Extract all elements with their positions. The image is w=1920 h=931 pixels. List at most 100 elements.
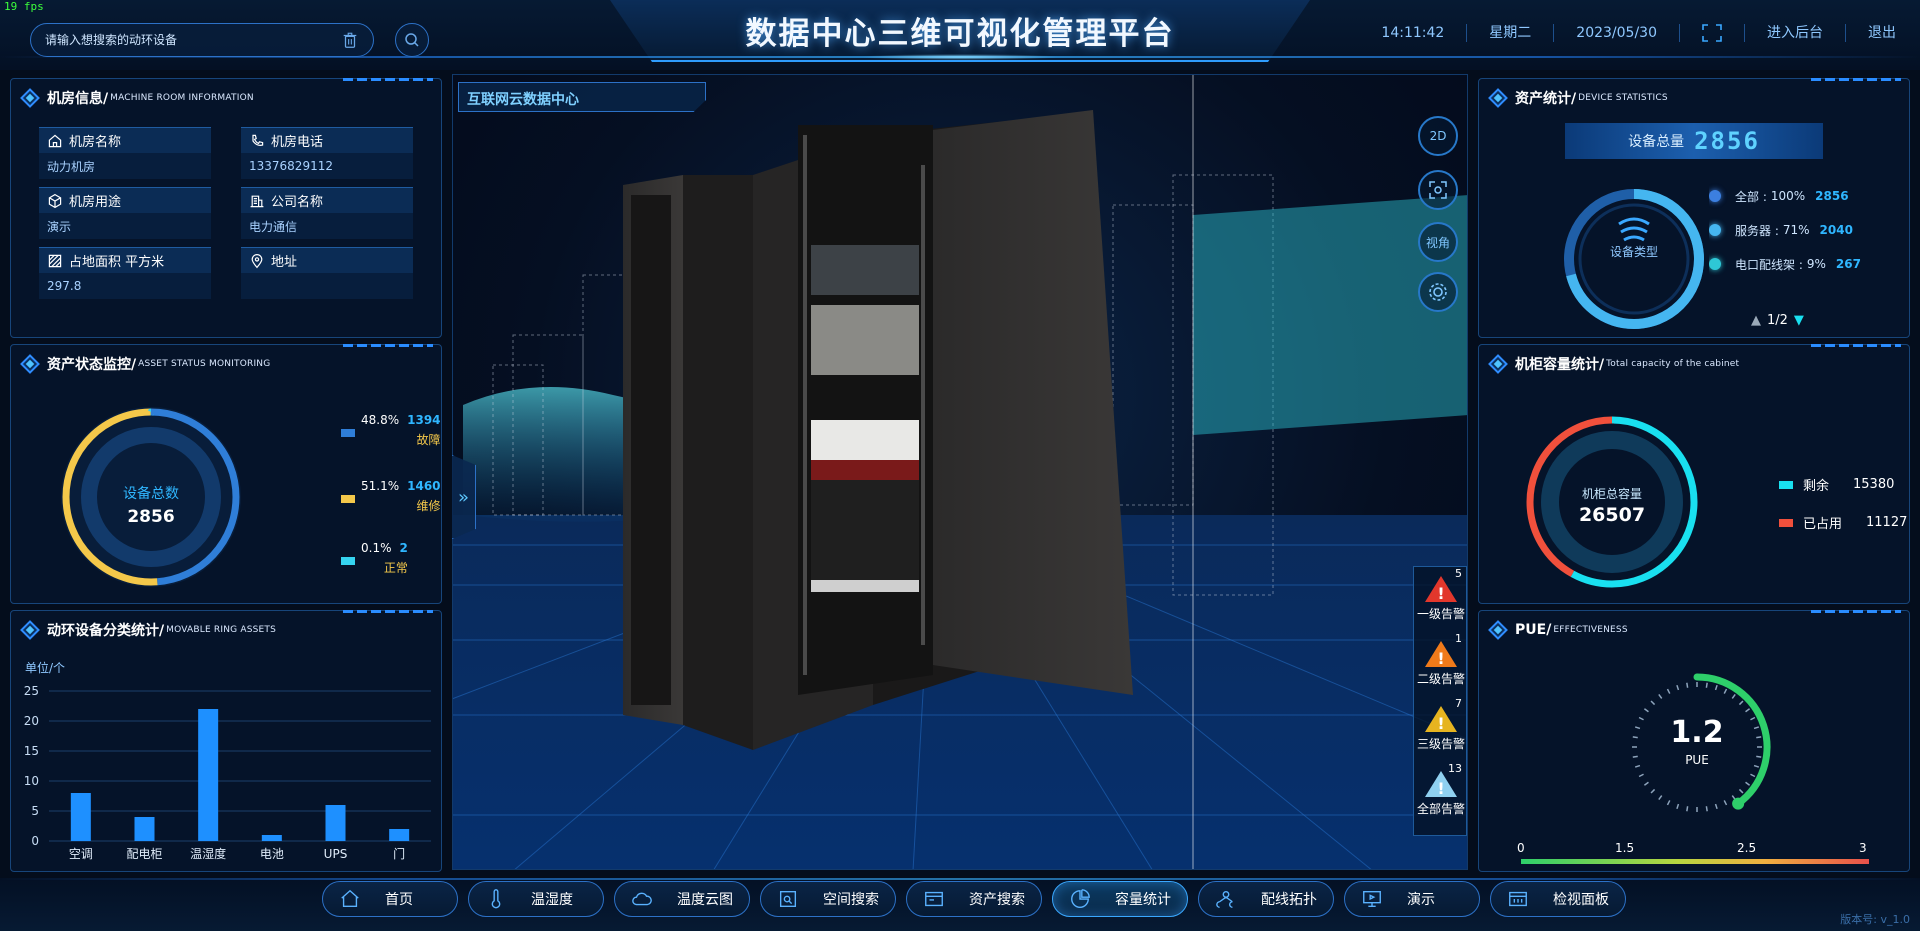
pue-scale-tick: 0 — [1517, 841, 1525, 855]
scene-tab[interactable]: 互联网云数据中心 — [458, 82, 706, 112]
gauge-tick — [1750, 773, 1756, 778]
gauge-tick — [1714, 803, 1718, 810]
fullscreen-button[interactable] — [1680, 24, 1745, 42]
search-icon — [405, 33, 419, 47]
asset-status-panel: 资产状态监控/ASSET STATUS MONITORING 设备总数 2856… — [10, 344, 442, 604]
gauge-tick — [1714, 684, 1718, 691]
x-tick-label: 空调 — [69, 847, 93, 861]
diamond-icon — [20, 620, 40, 640]
bottom-line — [0, 878, 1920, 880]
backend-link[interactable]: 进入后台 — [1745, 24, 1846, 42]
gauge-tick — [1658, 795, 1663, 801]
legend-value: 11127 — [1866, 515, 1908, 530]
logout-link[interactable]: 退出 — [1846, 24, 1896, 42]
device-pct: 100% — [1770, 189, 1806, 203]
alarm-item[interactable]: 13! 全部告警 — [1414, 762, 1468, 817]
gear-icon — [1429, 283, 1447, 301]
legend-swatch — [1779, 518, 1793, 527]
device-name: 电口配线架 : — [1735, 257, 1803, 272]
phone-icon — [252, 134, 264, 146]
angle-view-button[interactable]: 视角 — [1418, 222, 1458, 262]
room-info-key: 机房名称 — [39, 127, 211, 153]
gauge-tick — [1638, 773, 1644, 778]
legend-pct: 51.1% — [361, 479, 400, 493]
focus-icon — [1429, 181, 1447, 199]
y-tick-label: 15 — [24, 744, 39, 758]
ring-center-label: 机柜总容量 — [1581, 487, 1642, 501]
nav-button-space-search[interactable]: 空间搜索 — [760, 881, 896, 917]
diamond-icon — [20, 354, 40, 374]
nav-button-dashboard[interactable]: 检视面板 — [1490, 881, 1626, 917]
page-title: 数据中心三维可视化管理平台 — [745, 16, 1175, 52]
room-info-value: 演示 — [39, 213, 211, 239]
x-tick-label: 门 — [393, 846, 405, 861]
pager-prev-icon[interactable]: ▲ — [1751, 313, 1761, 328]
device-dot — [1709, 190, 1721, 202]
device-type-list: 全部 :100%2856服务器 :71%2040电口配线架 :9%267交换机 … — [1709, 179, 1904, 275]
dashboard-icon — [1509, 891, 1527, 907]
nav-button-topology[interactable]: 配线拓扑 — [1198, 881, 1334, 917]
asset-search-icon — [925, 891, 943, 907]
nav-button-pie-chart[interactable]: 容量统计 — [1052, 881, 1188, 917]
version-label: 版本号: v_1.0 — [1840, 913, 1910, 926]
gauge-knob — [1732, 797, 1745, 810]
room-info-key: 地址 — [241, 247, 413, 273]
room-info-item: 公司名称 电力通信 — [241, 187, 413, 239]
alarm-item[interactable]: 7! 三级告警 — [1414, 697, 1468, 752]
y-tick-label: 20 — [24, 714, 39, 728]
alarm-count: 7 — [1455, 697, 1462, 710]
gauge-tick — [1738, 788, 1744, 794]
gauge-tick — [1643, 781, 1649, 786]
gauge-tick — [1686, 806, 1689, 812]
panel-title: 资产统计/DEVICE STATISTICS — [1488, 87, 1668, 109]
y-tick-label: 10 — [24, 774, 39, 788]
scene-graphics — [453, 75, 1467, 869]
nav-button-presentation[interactable]: 演示 — [1344, 881, 1480, 917]
alarm-label: 一级告警 — [1416, 607, 1465, 621]
device-count: 2856 — [1815, 189, 1849, 203]
alarm-panel: 5! 一级告警 1! 二级告警 7! 三级告警 13! 全部告警 — [1413, 566, 1467, 836]
2d-view-button[interactable]: 2D — [1418, 116, 1458, 156]
alarm-count: 1 — [1455, 632, 1462, 645]
alarm-item[interactable]: 1! 二级告警 — [1414, 632, 1468, 687]
search-input[interactable] — [45, 33, 341, 47]
gauge-tick — [1666, 688, 1671, 694]
room-info-key-label: 地址 — [271, 255, 298, 270]
svg-text:!: ! — [1437, 779, 1444, 798]
fullscreen-icon — [1702, 24, 1722, 42]
bar-3 — [261, 835, 282, 841]
pager-next-icon[interactable]: ▼ — [1794, 313, 1804, 328]
header-right: 14:11:42 星期二 2023/05/30 进入后台 退出 — [1359, 24, 1896, 42]
nav-button-cloud[interactable]: 温度云图 — [614, 881, 750, 917]
room-info-key-label: 机房用途 — [69, 195, 122, 210]
search-button[interactable] — [395, 23, 429, 57]
gauge-tick — [1723, 800, 1728, 806]
building-icon — [250, 195, 264, 207]
3d-scene-viewport[interactable] — [452, 74, 1468, 870]
room-info-key-label: 机房名称 — [69, 135, 122, 150]
nav-button-asset-search[interactable]: 资产搜索 — [906, 881, 1042, 917]
trash-icon[interactable] — [341, 31, 359, 49]
alarm-label: 二级告警 — [1416, 672, 1465, 686]
date: 2023/05/30 — [1554, 24, 1680, 42]
room-info-value: 13376829112 — [241, 153, 413, 179]
gauge-tick — [1738, 700, 1744, 706]
nav-button-thermometer[interactable]: 温湿度 — [468, 881, 604, 917]
expand-arrow-button[interactable]: » — [452, 455, 476, 539]
x-tick-label: 电池 — [260, 847, 284, 861]
search-box — [30, 23, 374, 57]
gauge-tick — [1745, 708, 1751, 713]
alarm-label: 三级告警 — [1416, 737, 1465, 751]
panel-title: 机房信息/MACHINE ROOM INFORMATION — [20, 87, 254, 109]
legend-swatch — [1779, 480, 1793, 489]
ring-center-label: 设备总数 — [123, 486, 179, 502]
alarm-label: 全部告警 — [1416, 802, 1465, 816]
device-total-box: 设备总量 2856 — [1565, 123, 1823, 159]
legend-label: 剩余 — [1803, 479, 1830, 494]
nav-button-home[interactable]: 首页 — [322, 881, 458, 917]
settings-button[interactable] — [1418, 272, 1458, 312]
bar-1 — [134, 817, 155, 841]
legend-count: 2 — [399, 541, 408, 555]
alarm-item[interactable]: 5! 一级告警 — [1414, 567, 1468, 622]
focus-view-button[interactable] — [1418, 170, 1458, 210]
